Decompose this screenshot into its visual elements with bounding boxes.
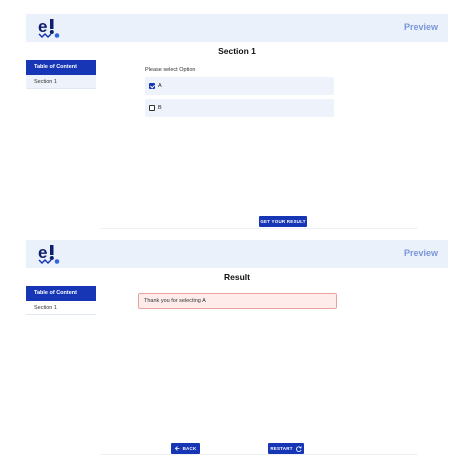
footer-divider <box>100 454 418 455</box>
result-screen: e Preview Result Table of Content Sectio… <box>0 240 474 456</box>
page-title: Result <box>224 272 250 282</box>
result-text: Thank you for selecting A <box>144 298 206 304</box>
svg-text:e: e <box>38 243 47 262</box>
sidebar: Table of Content Section 1 <box>26 60 96 89</box>
arrow-left-icon <box>174 446 180 451</box>
refresh-icon <box>295 445 302 452</box>
preview-label: Preview <box>403 248 438 258</box>
option-label: B <box>158 105 162 111</box>
svg-text:e: e <box>38 17 47 36</box>
toc-heading: Table of Content <box>26 60 96 75</box>
sidebar-item-section-1[interactable]: Section 1 <box>26 75 96 89</box>
page-title: Section 1 <box>218 46 256 56</box>
section-screen: e Preview Section 1 Table of Content Sec… <box>0 14 474 230</box>
preview-label: Preview <box>403 22 438 32</box>
toc-heading: Table of Content <box>26 286 96 301</box>
back-button[interactable]: BACK <box>171 443 200 454</box>
restart-button[interactable]: RESTART <box>268 443 304 454</box>
footer-divider <box>100 228 418 229</box>
button-label: GET YOUR RESULT <box>260 219 306 224</box>
option-label: A <box>158 83 162 89</box>
sidebar: Table of Content Section 1 <box>26 286 96 315</box>
header-bar: e Preview <box>26 14 448 42</box>
option-b[interactable]: B <box>145 99 334 117</box>
question-text: Please select Option <box>145 67 196 73</box>
header-bar: e Preview <box>26 240 448 268</box>
checkbox-checked[interactable] <box>149 83 155 89</box>
option-a[interactable]: A <box>145 77 334 95</box>
result-message: Thank you for selecting A <box>138 293 337 309</box>
checkbox-unchecked[interactable] <box>149 105 155 111</box>
button-label: BACK <box>182 446 197 451</box>
logo-icon: e <box>38 17 60 39</box>
sidebar-item-section-1[interactable]: Section 1 <box>26 301 96 315</box>
get-result-button[interactable]: GET YOUR RESULT <box>259 216 307 227</box>
button-label: RESTART <box>270 446 293 451</box>
logo-icon: e <box>38 243 60 265</box>
